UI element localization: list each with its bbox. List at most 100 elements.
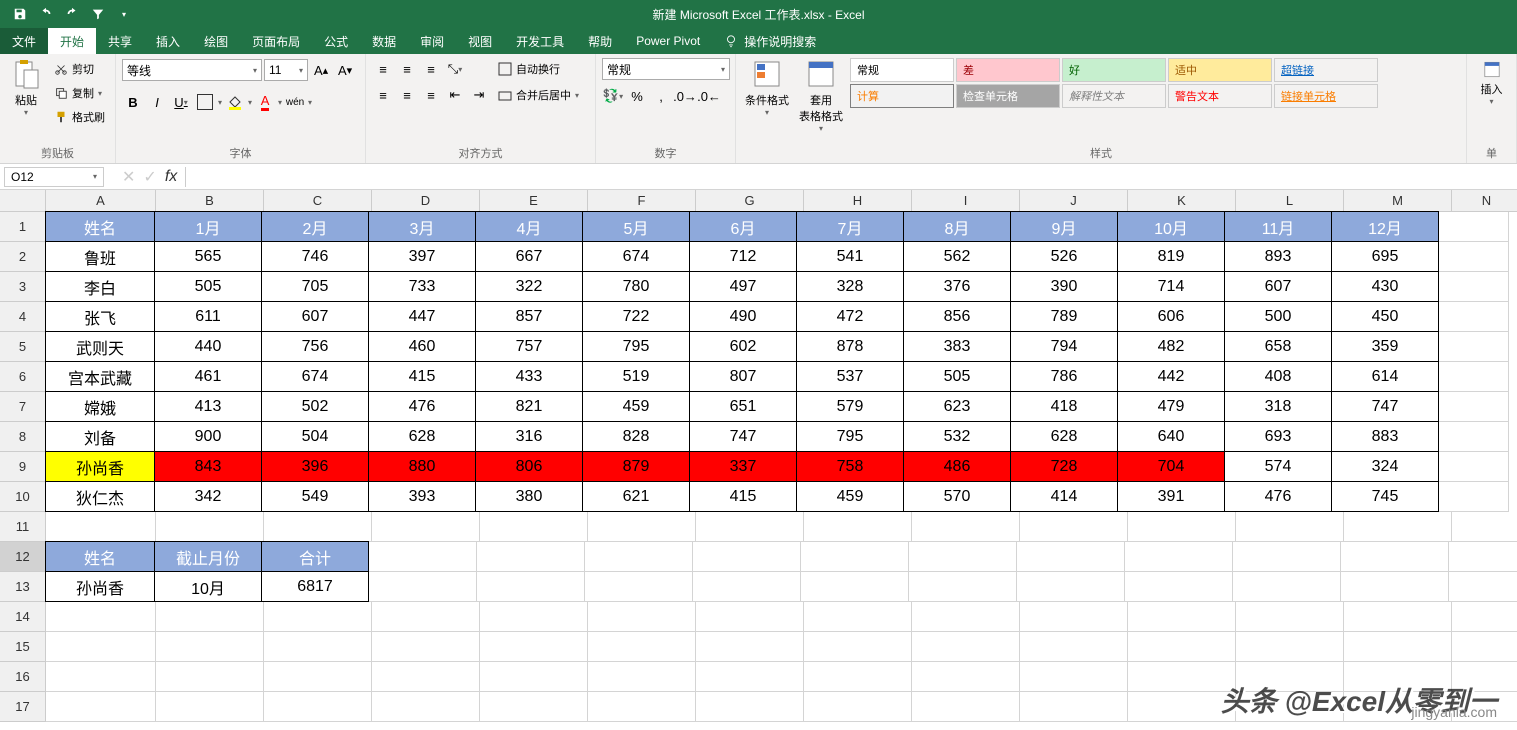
cell[interactable]: [1439, 392, 1509, 422]
cell[interactable]: 380: [475, 481, 583, 512]
cell[interactable]: 900: [154, 421, 262, 452]
cell[interactable]: [1439, 482, 1509, 512]
border-button[interactable]: [197, 94, 213, 110]
menu-layout[interactable]: 页面布局: [240, 28, 312, 54]
name-box[interactable]: O12▾: [4, 167, 104, 187]
cell[interactable]: [1128, 512, 1236, 542]
align-bottom-button[interactable]: ≡: [420, 58, 442, 80]
cell[interactable]: 459: [796, 481, 904, 512]
menu-review[interactable]: 审阅: [408, 28, 456, 54]
cell[interactable]: [1020, 692, 1128, 722]
row-header-9[interactable]: 9: [0, 452, 45, 482]
cell[interactable]: 2月: [261, 211, 369, 242]
cell[interactable]: 747: [1331, 391, 1439, 422]
currency-button[interactable]: 💱▾: [602, 85, 624, 107]
cell[interactable]: [480, 512, 588, 542]
cell[interactable]: 621: [582, 481, 690, 512]
cell[interactable]: [372, 632, 480, 662]
cell[interactable]: 396: [261, 451, 369, 482]
menu-data[interactable]: 数据: [360, 28, 408, 54]
cell[interactable]: [588, 512, 696, 542]
cell[interactable]: [1128, 632, 1236, 662]
percent-button[interactable]: %: [626, 85, 648, 107]
cell[interactable]: [264, 512, 372, 542]
cell[interactable]: 745: [1331, 481, 1439, 512]
cell[interactable]: [480, 602, 588, 632]
cell[interactable]: 318: [1224, 391, 1332, 422]
format-painter-button[interactable]: 格式刷: [50, 106, 109, 128]
cell[interactable]: 450: [1331, 301, 1439, 332]
col-header-L[interactable]: L: [1236, 190, 1344, 211]
cell[interactable]: [1020, 662, 1128, 692]
undo-button[interactable]: [34, 3, 58, 25]
cell[interactable]: [912, 512, 1020, 542]
cell[interactable]: 486: [903, 451, 1011, 482]
conditional-format-button[interactable]: 条件格式▾: [742, 58, 792, 117]
cell[interactable]: 695: [1331, 241, 1439, 272]
cell[interactable]: 828: [582, 421, 690, 452]
cell[interactable]: 843: [154, 451, 262, 482]
cell[interactable]: 667: [475, 241, 583, 272]
comma-button[interactable]: ,: [650, 85, 672, 107]
cell[interactable]: [46, 692, 156, 722]
cell[interactable]: [1452, 602, 1517, 632]
cell[interactable]: 10月: [154, 571, 262, 602]
cell[interactable]: 733: [368, 271, 476, 302]
cell[interactable]: [1236, 512, 1344, 542]
cell[interactable]: 714: [1117, 271, 1225, 302]
align-middle-button[interactable]: ≡: [396, 58, 418, 80]
row-header-8[interactable]: 8: [0, 422, 45, 452]
cell[interactable]: 780: [582, 271, 690, 302]
italic-button[interactable]: I: [146, 91, 168, 113]
cell[interactable]: 795: [796, 421, 904, 452]
cell[interactable]: [804, 632, 912, 662]
fx-icon[interactable]: fx: [165, 168, 177, 186]
cell[interactable]: 504: [261, 421, 369, 452]
cell[interactable]: 442: [1117, 361, 1225, 392]
cell[interactable]: 579: [796, 391, 904, 422]
cell[interactable]: [480, 632, 588, 662]
row-header-1[interactable]: 1: [0, 212, 45, 242]
cell[interactable]: 7月: [796, 211, 904, 242]
cell[interactable]: [804, 512, 912, 542]
cell[interactable]: 324: [1331, 451, 1439, 482]
insert-button[interactable]: 插入▾: [1473, 58, 1510, 106]
row-header-12[interactable]: 12: [0, 542, 45, 572]
cell[interactable]: 562: [903, 241, 1011, 272]
cell[interactable]: 476: [368, 391, 476, 422]
cell[interactable]: 393: [368, 481, 476, 512]
save-button[interactable]: [8, 3, 32, 25]
increase-font-button[interactable]: A▴: [310, 59, 332, 81]
cell[interactable]: 565: [154, 241, 262, 272]
bold-button[interactable]: B: [122, 91, 144, 113]
cell[interactable]: [264, 632, 372, 662]
cell[interactable]: [156, 632, 264, 662]
number-format-select[interactable]: 常规▾: [602, 58, 730, 80]
cell[interactable]: 651: [689, 391, 797, 422]
cell[interactable]: 819: [1117, 241, 1225, 272]
cell[interactable]: 359: [1331, 331, 1439, 362]
cell[interactable]: 447: [368, 301, 476, 332]
increase-indent-button[interactable]: ⇥: [468, 84, 490, 106]
cell[interactable]: 574: [1224, 451, 1332, 482]
cell[interactable]: 316: [475, 421, 583, 452]
cell[interactable]: 807: [689, 361, 797, 392]
cell[interactable]: 674: [261, 361, 369, 392]
style-calc[interactable]: 计算: [850, 84, 954, 108]
cell[interactable]: [1233, 542, 1341, 572]
cell[interactable]: [1439, 422, 1509, 452]
row-header-10[interactable]: 10: [0, 482, 45, 512]
cancel-formula-icon[interactable]: ✕: [122, 167, 135, 187]
row-header-11[interactable]: 11: [0, 512, 45, 542]
style-neutral[interactable]: 适中: [1168, 58, 1272, 82]
col-header-G[interactable]: G: [696, 190, 804, 211]
cell[interactable]: [1236, 632, 1344, 662]
cell[interactable]: [1125, 572, 1233, 602]
select-all-corner[interactable]: [0, 190, 46, 212]
style-linkcell[interactable]: 链接单元格: [1274, 84, 1378, 108]
cell[interactable]: [477, 572, 585, 602]
cell[interactable]: [696, 602, 804, 632]
cell[interactable]: [1233, 572, 1341, 602]
cell[interactable]: [801, 542, 909, 572]
cell[interactable]: 孙尚香: [45, 451, 155, 482]
